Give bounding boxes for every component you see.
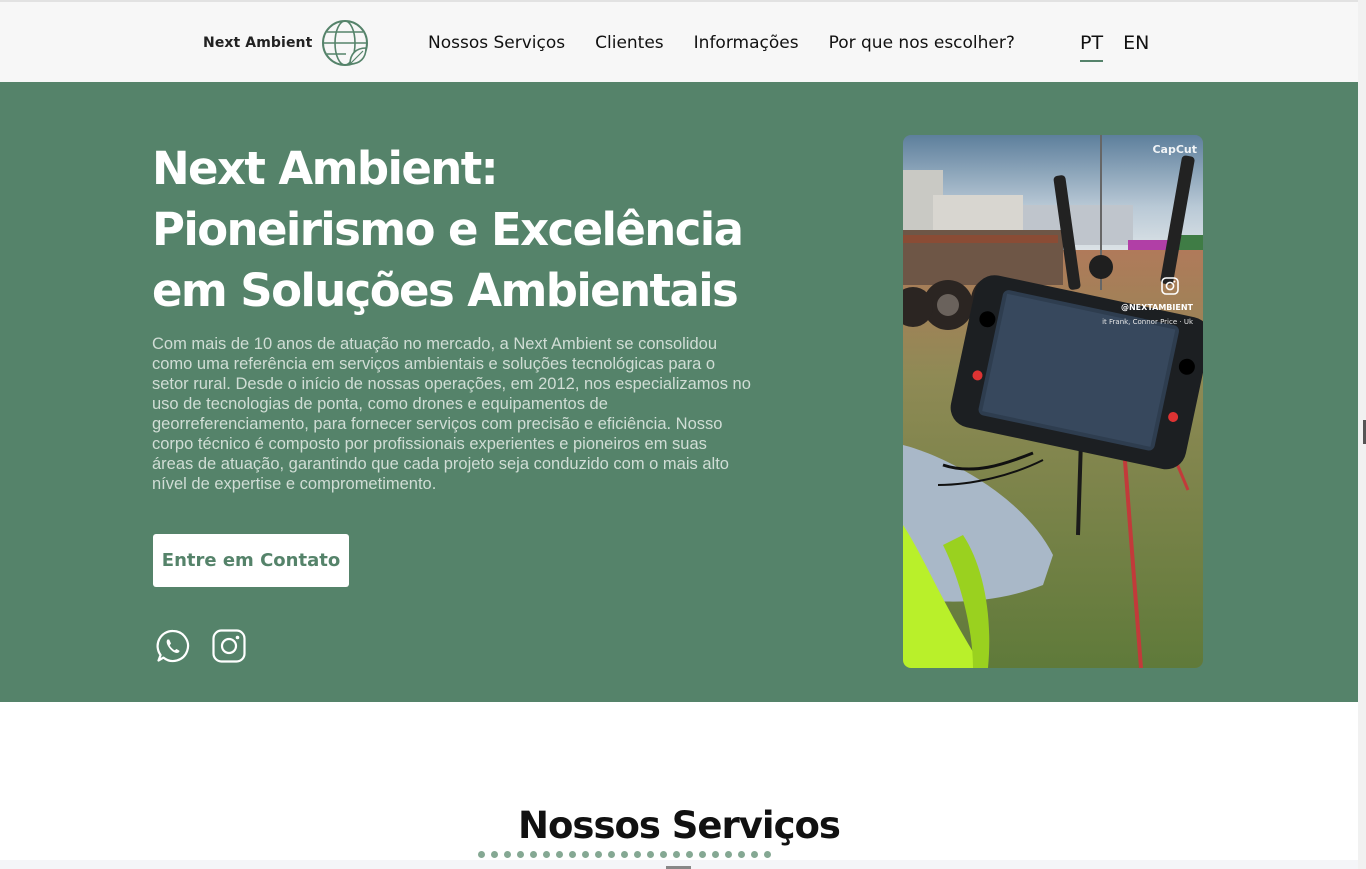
whatsapp-icon[interactable] <box>155 628 191 664</box>
lang-en[interactable]: EN <box>1123 32 1149 62</box>
divider-dot <box>738 851 745 858</box>
language-switcher: PT EN <box>1080 32 1149 62</box>
divider-dot <box>608 851 615 858</box>
site-header: Next Ambient Nossos Serviços Clientes In… <box>0 0 1358 82</box>
instagram-icon[interactable] <box>211 628 247 664</box>
social-links <box>155 628 247 664</box>
dotted-divider <box>478 851 771 858</box>
divider-dot <box>686 851 693 858</box>
hero-title-line: Pioneirismo e Excelência <box>152 203 744 256</box>
divider-dot <box>621 851 628 858</box>
lang-pt[interactable]: PT <box>1080 32 1104 62</box>
divider-dot <box>504 851 511 858</box>
hero-section: Next Ambient: Pioneirismo e Excelência e… <box>0 82 1358 702</box>
globe-leaf-icon <box>322 20 369 66</box>
divider-dot <box>751 851 758 858</box>
divider-dot <box>634 851 641 858</box>
divider-dot <box>569 851 576 858</box>
services-heading: Nossos Serviços <box>518 804 841 847</box>
divider-dot <box>530 851 537 858</box>
logo[interactable]: Next Ambient <box>203 18 370 68</box>
hero-description: Com mais de 10 anos de atuação no mercad… <box>152 335 751 493</box>
divider-dot <box>712 851 719 858</box>
nav-why-choose-us[interactable]: Por que nos escolher? <box>829 33 1015 53</box>
nav-clients[interactable]: Clientes <box>595 33 664 53</box>
divider-dot <box>673 851 680 858</box>
video-frame <box>903 135 1203 668</box>
divider-dot <box>543 851 550 858</box>
page: Next Ambient Nossos Serviços Clientes In… <box>0 0 1358 869</box>
divider-dot <box>595 851 602 858</box>
nav-information[interactable]: Informações <box>694 33 799 53</box>
divider-dot <box>478 851 485 858</box>
divider-dot <box>764 851 771 858</box>
divider-dot <box>699 851 706 858</box>
nav-services[interactable]: Nossos Serviços <box>428 33 565 53</box>
divider-dot <box>647 851 654 858</box>
divider-dot <box>491 851 498 858</box>
hero-title-line: em Soluções Ambientais <box>152 264 739 317</box>
hero-video[interactable]: CapCut @NEXTAMBIENT it Frank, Connor Pri… <box>903 135 1203 668</box>
video-watermark: CapCut <box>1152 143 1197 156</box>
main-nav: Nossos Serviços Clientes Informações Por… <box>428 33 1015 53</box>
hero-title: Next Ambient: Pioneirismo e Excelência e… <box>152 138 792 321</box>
divider-dot <box>660 851 667 858</box>
divider-dot <box>725 851 732 858</box>
video-credit: it Frank, Connor Price · Uk <box>1102 318 1193 326</box>
video-handle: @NEXTAMBIENT <box>1120 303 1193 312</box>
divider-dot <box>582 851 589 858</box>
instagram-icon <box>1161 277 1179 295</box>
divider-dot <box>556 851 563 858</box>
hero-title-line: Next Ambient: <box>152 142 499 195</box>
logo-text: Next Ambient <box>203 35 313 51</box>
divider-dot <box>517 851 524 858</box>
contact-button[interactable]: Entre em Contato <box>153 534 349 587</box>
